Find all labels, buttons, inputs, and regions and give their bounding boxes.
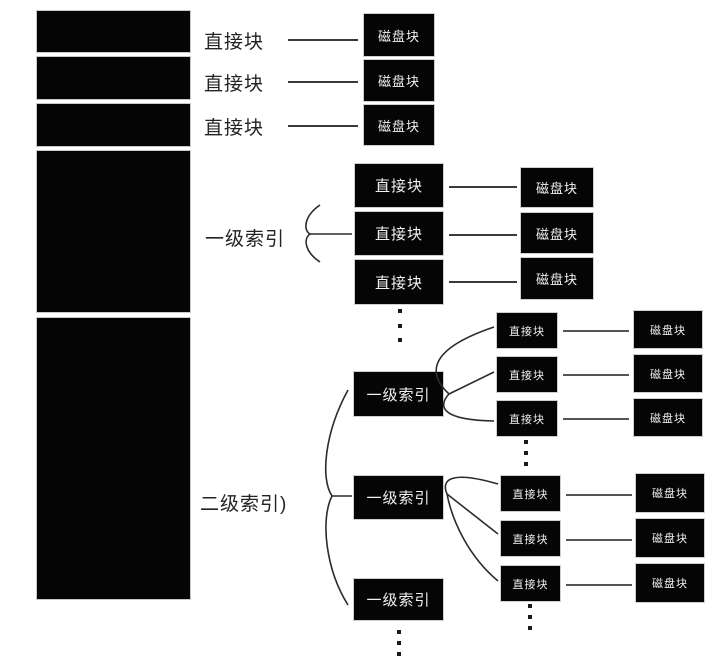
inode-block-4 [36,317,191,600]
l2-first-level-index-box-2: 一级索引 [353,578,444,621]
l1-direct-block-box-0: 直接块 [354,163,444,208]
l2-first-level-index-box-1: 一级索引 [353,475,444,520]
l1-entries-ellipsis [397,309,402,342]
diagram-canvas: 直接块 磁盘块 直接块 磁盘块 直接块 磁盘块 一级索引 直接块 磁盘块 直接块… [0,0,720,663]
l1-disk-block-box-1: 磁盘块 [520,212,594,254]
fan-l2b-mid [446,493,499,535]
l2-first-level-index-box-0: 一级索引 [353,371,444,417]
connector-direct-0 [288,39,358,41]
l2a-direct-block-box-2: 直接块 [496,400,558,437]
direct-block-label-1: 直接块 [204,74,265,95]
fan-l2a-bottom [442,393,495,422]
l2-index-nodes-ellipsis [396,630,401,656]
l2a-direct-block-box-0: 直接块 [496,312,558,349]
connector-direct-1 [288,81,358,83]
connector-direct-2 [288,125,358,127]
first-level-index-label: 一级索引 [205,229,286,250]
l1-direct-block-box-2: 直接块 [354,259,444,305]
l2b-entries-ellipsis [527,604,532,630]
l2a-entries-ellipsis [523,440,528,466]
second-level-index-label: 二级索引) [200,494,288,515]
l1-disk-block-box-2: 磁盘块 [520,257,594,300]
l2a-disk-block-box-0: 磁盘块 [633,310,703,349]
disk-block-box-1: 磁盘块 [363,59,435,102]
inode-block-0 [36,10,191,53]
connector-l2b-0 [566,494,632,496]
l2b-direct-block-box-2: 直接块 [500,565,561,602]
disk-block-box-2: 磁盘块 [363,104,435,146]
l2a-direct-block-box-1: 直接块 [496,356,558,393]
l1-direct-block-box-1: 直接块 [354,211,444,256]
brace-first-level [305,204,321,263]
connector-l1-1 [449,234,517,236]
l2b-direct-block-box-0: 直接块 [500,475,561,512]
fan-l2a-top [435,326,495,395]
connector-l2a-2 [563,418,629,420]
l2b-direct-block-box-1: 直接块 [500,520,561,557]
l2a-disk-block-box-1: 磁盘块 [633,354,703,393]
fan-l2b-bottom [446,493,499,582]
l1-disk-block-box-0: 磁盘块 [520,167,594,208]
l2a-disk-block-box-2: 磁盘块 [633,398,703,437]
direct-block-label-0: 直接块 [204,32,265,53]
fan-l2a-mid [448,371,495,395]
brace-second-level [324,389,349,606]
inode-block-1 [36,56,191,100]
connector-l1-0 [449,186,517,188]
connector-l2b-1 [566,539,632,541]
connector-l2a-1 [563,374,629,376]
connector-l2a-0 [563,330,629,332]
connector-l2b-2 [566,584,632,586]
l2b-disk-block-box-2: 磁盘块 [635,563,705,603]
l2b-disk-block-box-1: 磁盘块 [635,518,705,558]
connector-l1-2 [449,281,517,283]
fan-l2b-top [444,476,499,495]
inode-block-2 [36,103,191,147]
disk-block-box-0: 磁盘块 [363,13,435,57]
l2b-disk-block-box-0: 磁盘块 [635,473,705,513]
inode-block-3 [36,150,191,313]
direct-block-label-2: 直接块 [204,118,265,139]
